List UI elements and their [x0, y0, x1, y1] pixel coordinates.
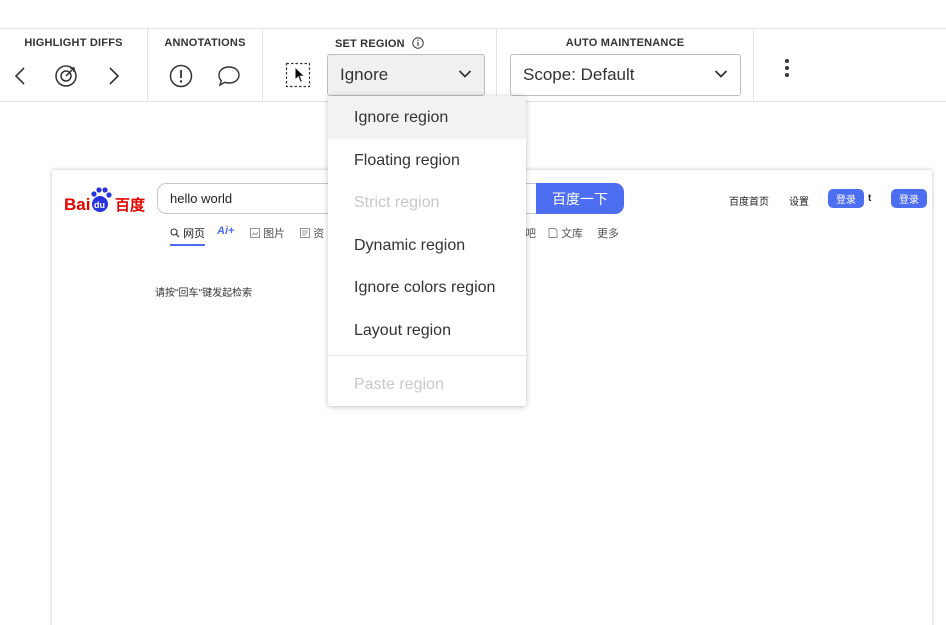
region-type-value: Ignore: [340, 65, 389, 84]
tab-wenku-label: 文库: [561, 228, 584, 240]
tab-web[interactable]: 网页: [170, 225, 206, 246]
menu-divider: [328, 355, 526, 356]
mouse-cursor-icon: [294, 66, 306, 84]
region-type-select[interactable]: Ignore: [327, 54, 485, 96]
comment-icon[interactable]: [214, 61, 244, 91]
stray-glyph: t: [868, 193, 872, 204]
doc-icon: [548, 228, 558, 238]
set-region-group: SET REGION Ignore: [263, 29, 497, 101]
tab-tieba[interactable]: 吧: [525, 225, 536, 241]
paw-icon: du: [91, 187, 112, 212]
toolbar: HIGHLIGHT DIFFS ANNOTATIONS SET REGION I…: [0, 28, 946, 102]
tab-ai[interactable]: Ai+: [217, 225, 234, 237]
kebab-dot: [785, 59, 789, 63]
tab-news[interactable]: 资: [300, 225, 324, 241]
baidu-login-button-2[interactable]: 登录: [891, 189, 927, 208]
kebab-dot: [785, 66, 789, 70]
menu-item-floating-region[interactable]: Floating region: [328, 139, 526, 182]
exclamation-circle-icon[interactable]: [166, 61, 196, 91]
kebab-menu-icon[interactable]: [776, 55, 798, 81]
highlight-diffs-label: HIGHLIGHT DIFFS: [24, 37, 123, 49]
image-icon: [250, 228, 260, 238]
kebab-dot: [785, 73, 789, 77]
chevron-down-icon: [458, 70, 472, 78]
chevron-left-icon[interactable]: [5, 61, 35, 91]
news-icon: [300, 228, 310, 238]
search-icon: [170, 228, 180, 238]
auto-maintenance-group: AUTO MAINTENANCE Scope: Default: [497, 29, 754, 101]
baidu-home-link[interactable]: 百度首页: [729, 193, 769, 208]
baidu-logo: Bai du 百度: [64, 184, 148, 214]
region-type-menu: Ignore region Floating region Strict reg…: [328, 96, 526, 406]
tab-images[interactable]: 图片: [250, 225, 285, 241]
tab-news-label: 资: [313, 228, 325, 240]
highlight-diffs-group: HIGHLIGHT DIFFS: [0, 29, 148, 101]
tab-more[interactable]: 更多: [597, 225, 619, 241]
chevron-right-icon[interactable]: [99, 61, 129, 91]
menu-item-ignore-colors-region[interactable]: Ignore colors region: [328, 266, 526, 309]
menu-item-paste-region: Paste region: [354, 375, 444, 393]
tab-images-label: 图片: [263, 228, 286, 240]
menu-item-dynamic-region[interactable]: Dynamic region: [328, 224, 526, 267]
logo-text-left: Bai: [64, 195, 90, 214]
auto-maintenance-label: AUTO MAINTENANCE: [565, 37, 685, 49]
menu-item-layout-region[interactable]: Layout region: [328, 309, 526, 352]
baidu-login-button[interactable]: 登录: [828, 189, 864, 208]
menu-item-strict-region: Strict region: [354, 193, 440, 211]
page: HIGHLIGHT DIFFS ANNOTATIONS SET REGION I…: [0, 0, 946, 625]
scope-value: Scope: Default: [523, 65, 635, 84]
logo-paw-text: du: [94, 200, 105, 210]
set-region-label-text: SET REGION: [334, 38, 405, 50]
set-region-label: SET REGION: [263, 37, 496, 50]
baidu-settings-link[interactable]: 设置: [789, 193, 809, 208]
tab-web-label: 网页: [183, 228, 206, 240]
tab-wenku[interactable]: 文库: [548, 225, 583, 241]
target-icon[interactable]: [51, 61, 81, 91]
annotations-group: ANNOTATIONS: [148, 29, 263, 101]
scope-select[interactable]: Scope: Default: [510, 54, 741, 96]
baidu-search-button[interactable]: 百度一下: [536, 183, 624, 214]
annotations-label: ANNOTATIONS: [164, 37, 246, 49]
baidu-hint-text: 请按"回车"键发起检索: [155, 288, 253, 299]
logo-text-right: 百度: [115, 196, 146, 214]
baidu-search-value: hello world: [170, 191, 233, 206]
info-icon[interactable]: [412, 37, 424, 49]
chevron-down-icon: [714, 70, 728, 78]
menu-item-ignore-region[interactable]: Ignore region: [328, 96, 526, 139]
